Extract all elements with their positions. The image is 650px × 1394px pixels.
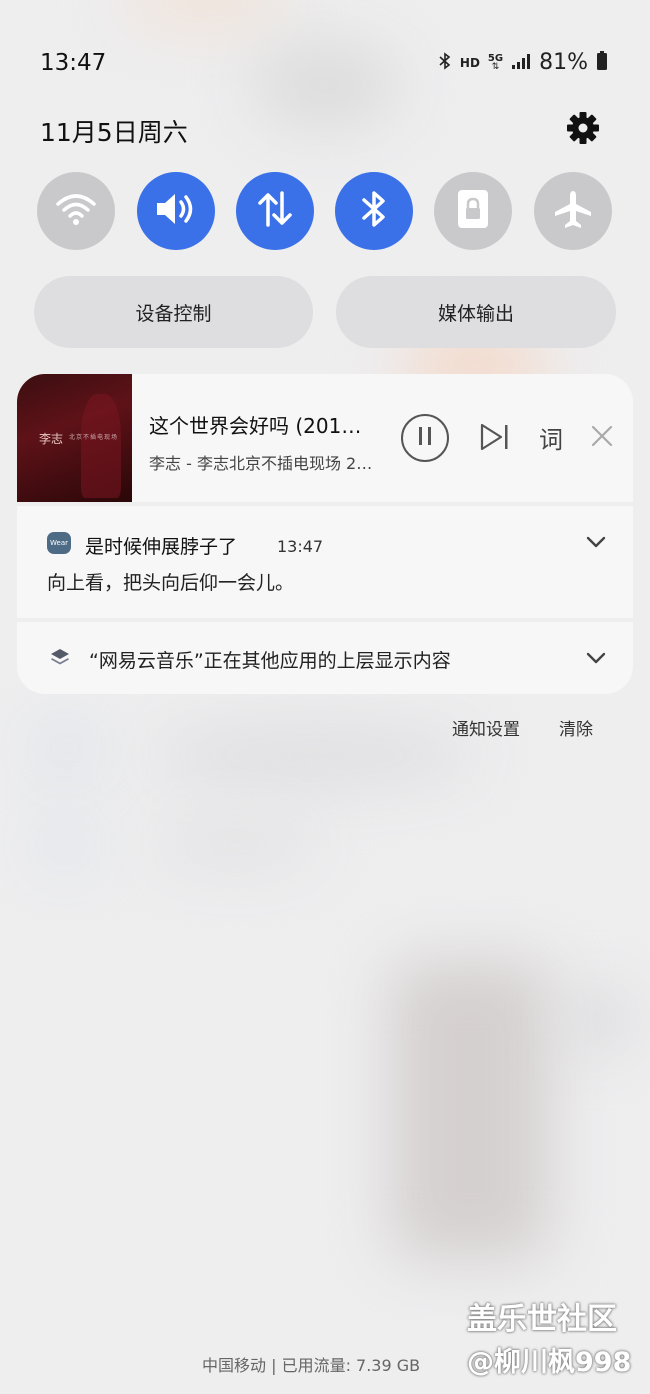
chevron-down-icon[interactable] xyxy=(585,650,607,669)
background-blur xyxy=(120,0,290,30)
album-art-subtext: 北京不插电现场 xyxy=(69,434,119,441)
background-blur xyxy=(390,960,550,1260)
clear-button[interactable]: 清除 xyxy=(559,715,593,740)
close-icon xyxy=(590,425,614,452)
pause-button[interactable] xyxy=(401,414,449,462)
watermark-line1: 盖乐世社区 xyxy=(467,1302,617,1337)
close-button[interactable] xyxy=(590,424,614,452)
notification-settings-button[interactable]: 通知设置 xyxy=(452,715,520,740)
5g-icon: 5G ⇅ xyxy=(487,52,504,72)
wifi-toggle[interactable] xyxy=(37,172,115,250)
status-icons: HD 5G ⇅ 81% xyxy=(438,50,608,75)
device-control-button[interactable]: 设备控制 xyxy=(34,276,313,348)
airplane-icon xyxy=(553,189,593,233)
media-output-button[interactable]: 媒体输出 xyxy=(336,276,616,348)
bluetooth-icon xyxy=(359,189,389,233)
album-art: 李志 北京不插电现场 xyxy=(17,374,132,502)
pause-icon xyxy=(417,426,433,450)
background-blur xyxy=(570,990,630,1050)
overlay-notification[interactable]: “网易云音乐”正在其他应用的上层显示内容 xyxy=(17,622,633,694)
speaker-icon xyxy=(153,189,199,233)
next-icon xyxy=(479,423,511,456)
background-blur xyxy=(40,725,90,775)
battery-percent: 81% xyxy=(539,50,588,75)
bluetooth-toggle[interactable] xyxy=(335,172,413,250)
gear-icon[interactable] xyxy=(565,110,601,146)
lyrics-button[interactable]: 词 xyxy=(539,420,563,455)
layers-icon xyxy=(49,647,71,673)
chevron-down-icon[interactable] xyxy=(585,534,607,553)
watermark-line2: @柳川枫998 xyxy=(467,1347,632,1378)
lock-icon xyxy=(456,188,490,234)
media-player-card[interactable]: 李志 北京不插电现场 这个世界会好吗 (201… 李志 - 李志北京不插电现场 … xyxy=(17,374,633,502)
notification-body: 向上看，把头向后仰一会儿。 xyxy=(47,572,295,594)
carrier-info: 中国移动 | 已用流量: 7.39 GB xyxy=(202,1356,421,1375)
wear-notification[interactable]: Wear 是时候伸展脖子了 13:47 向上看，把头向后仰一会儿。 xyxy=(17,506,633,618)
album-art-text: 李志 xyxy=(39,432,64,446)
data-arrows-icon xyxy=(255,189,295,233)
signal-icon xyxy=(511,52,531,73)
next-button[interactable] xyxy=(479,422,511,456)
song-artist: 李志 - 李志北京不插电现场 2… xyxy=(149,454,373,473)
airplane-mode-toggle[interactable] xyxy=(534,172,612,250)
wear-app-icon: Wear xyxy=(47,532,71,554)
background-blur xyxy=(150,720,480,790)
status-time: 13:47 xyxy=(40,50,107,76)
background-blur xyxy=(150,820,320,870)
battery-icon xyxy=(596,51,608,74)
notification-time: 13:47 xyxy=(277,537,324,556)
background-blur xyxy=(250,40,400,130)
date-label: 11月5日周六 xyxy=(40,118,188,147)
mobile-data-toggle[interactable] xyxy=(236,172,314,250)
bluetooth-icon xyxy=(438,52,452,73)
rotation-lock-toggle[interactable] xyxy=(434,172,512,250)
wifi-icon xyxy=(54,190,98,232)
notification-title: 是时候伸展脖子了 xyxy=(85,536,238,558)
overlay-notice-text: “网易云音乐”正在其他应用的上层显示内容 xyxy=(89,650,451,672)
sound-toggle[interactable] xyxy=(137,172,215,250)
background-blur xyxy=(40,820,90,870)
hd-icon: HD xyxy=(459,55,480,70)
song-title: 这个世界会好吗 (201… xyxy=(149,414,362,438)
